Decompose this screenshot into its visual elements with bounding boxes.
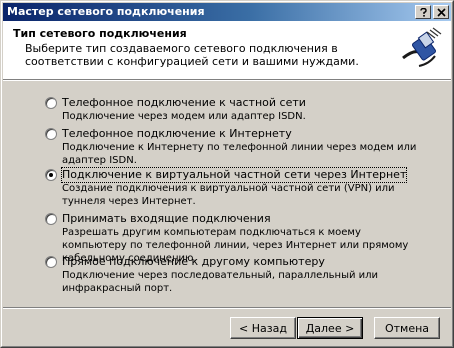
- option-description: Подключение к Интернету по телефонной ли…: [62, 142, 417, 166]
- radio-dialup-internet[interactable]: [45, 128, 57, 140]
- radio-incoming[interactable]: [45, 213, 57, 225]
- back-button[interactable]: < Назад: [230, 317, 296, 339]
- connection-type-options: Телефонное подключение к частной сети По…: [1, 81, 454, 301]
- wizard-header: Тип сетевого подключения Выберите тип со…: [3, 21, 451, 79]
- header-description: Выберите тип создаваемого сетевого подкл…: [25, 42, 359, 68]
- help-button[interactable]: [415, 5, 431, 19]
- wizard-window: Мастер сетевого подключения Тип сетевого…: [0, 0, 454, 348]
- close-icon: [437, 8, 446, 17]
- footer-divider: [3, 307, 451, 309]
- next-button[interactable]: Далее >: [297, 317, 363, 339]
- close-button[interactable]: [433, 5, 449, 19]
- option-description: Подключение через модем или адаптер ISDN…: [62, 111, 306, 122]
- network-cable-icon: [399, 26, 445, 72]
- title-bar[interactable]: Мастер сетевого подключения: [3, 3, 451, 21]
- cancel-button[interactable]: Отмена: [374, 317, 440, 339]
- option-label[interactable]: Подключение к виртуальной частной сети ч…: [60, 167, 408, 183]
- option-label[interactable]: Прямое подключение к другому компьютеру: [62, 255, 325, 269]
- window-title: Мастер сетевого подключения: [7, 5, 205, 18]
- option-description: Создание подключения к виртуальной частн…: [62, 183, 395, 207]
- radio-dialup-private[interactable]: [45, 97, 57, 109]
- header-title: Тип сетевого подключения: [13, 27, 187, 40]
- radio-direct[interactable]: [45, 256, 57, 268]
- option-description: Подключение через последовательный, пара…: [62, 270, 379, 294]
- help-icon: [420, 8, 427, 17]
- option-label[interactable]: Принимать входящие подключения: [62, 212, 271, 226]
- option-label[interactable]: Телефонное подключение к Интернету: [62, 127, 292, 141]
- radio-vpn[interactable]: [45, 169, 57, 181]
- option-label[interactable]: Телефонное подключение к частной сети: [62, 96, 306, 110]
